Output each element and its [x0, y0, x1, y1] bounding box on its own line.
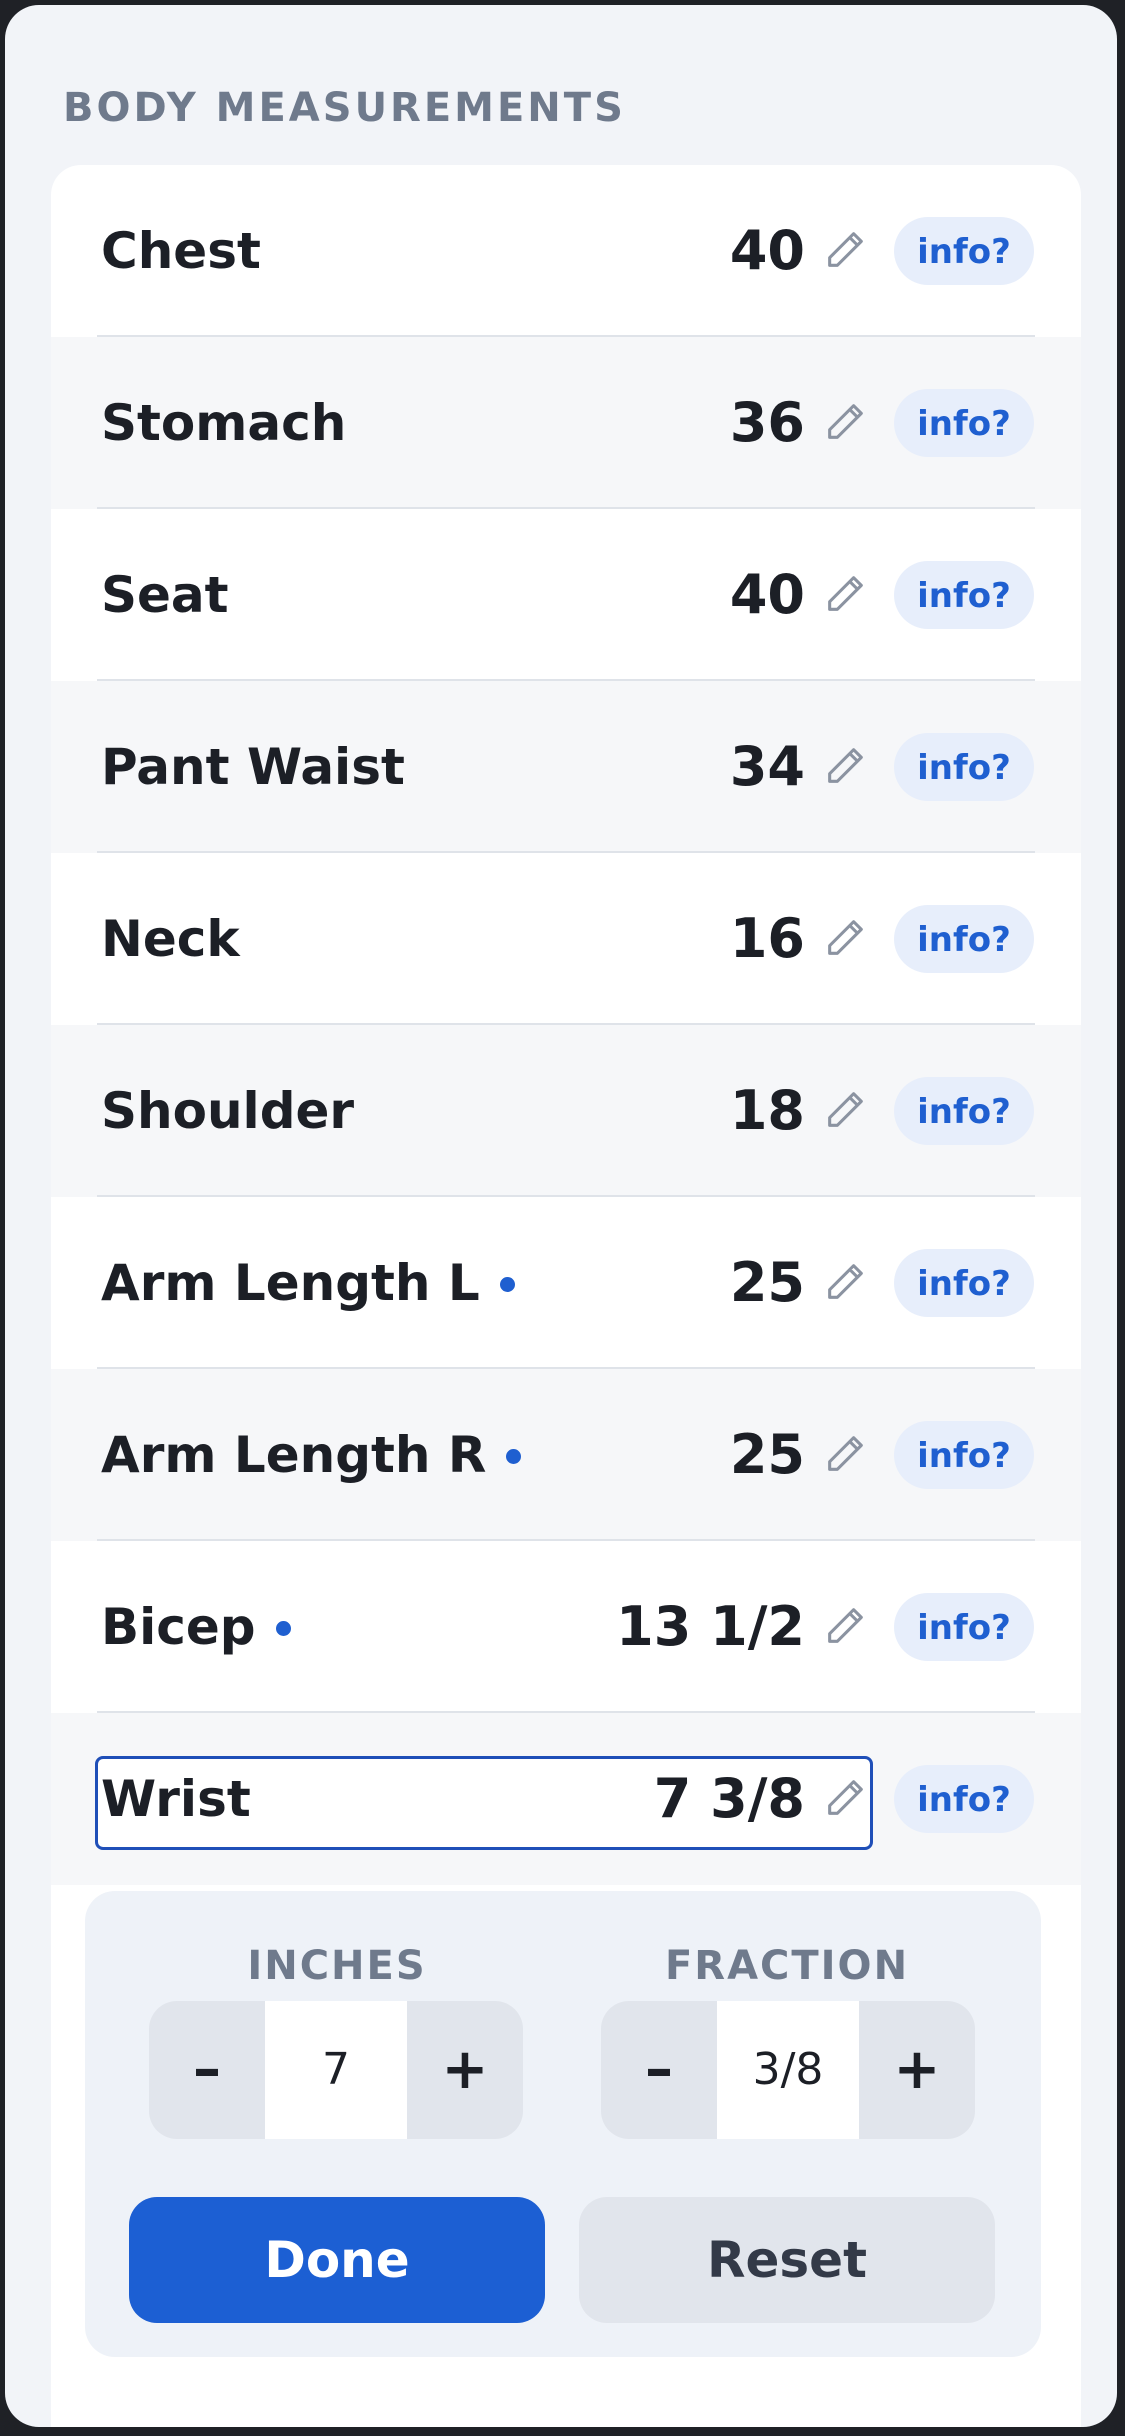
pencil-icon[interactable]	[822, 1431, 868, 1477]
pencil-icon[interactable]	[822, 1603, 868, 1649]
info-button[interactable]: info?	[894, 1421, 1034, 1489]
inches-stepper: – 7 +	[149, 2001, 523, 2139]
info-button[interactable]: info?	[894, 905, 1034, 973]
pencil-icon[interactable]	[822, 399, 868, 445]
reset-button[interactable]: Reset	[579, 2197, 995, 2323]
info-button[interactable]: info?	[894, 561, 1034, 629]
pencil-icon[interactable]	[822, 1259, 868, 1305]
measurement-label: Neck	[101, 910, 240, 968]
measurement-label: Shoulder	[101, 1082, 355, 1140]
measurement-row-arm-length-r[interactable]: Arm Length R 25 info?	[51, 1369, 1081, 1541]
measurement-value[interactable]: 40	[730, 509, 805, 681]
measurement-value[interactable]: 18	[730, 1025, 805, 1197]
fraction-increment-button[interactable]: +	[859, 2001, 975, 2139]
modified-dot-icon	[506, 1449, 522, 1464]
measurement-label-text: Bicep	[101, 1598, 256, 1656]
info-button[interactable]: info?	[894, 389, 1034, 457]
fraction-label: FRACTION	[664, 1943, 910, 1989]
measurement-row-chest[interactable]: Chest 40 info?	[51, 165, 1081, 337]
measurement-label: Wrist	[101, 1770, 251, 1828]
pencil-icon[interactable]	[822, 743, 868, 789]
measurement-value[interactable]: 16	[730, 853, 805, 1025]
measurement-editor: INCHES FRACTION – 7 + – 3/8 + Done Reset	[85, 1891, 1041, 2357]
measurement-value[interactable]: 36	[730, 337, 805, 509]
fraction-stepper: – 3/8 +	[601, 2001, 975, 2139]
modified-dot-icon	[499, 1277, 515, 1292]
measurement-label: Pant Waist	[101, 738, 405, 796]
inches-value[interactable]: 7	[265, 2001, 407, 2139]
measurement-row-shoulder[interactable]: Shoulder 18 info?	[51, 1025, 1081, 1197]
measurement-value[interactable]: 34	[730, 681, 805, 853]
info-button[interactable]: info?	[894, 1593, 1034, 1661]
inches-decrement-button[interactable]: –	[149, 2001, 265, 2139]
measurement-value[interactable]: 40	[730, 165, 805, 337]
inches-label: INCHES	[247, 1943, 427, 1989]
measurement-label: Arm Length L	[101, 1197, 515, 1369]
measurement-label: Chest	[101, 222, 261, 280]
measurement-label-text: Arm Length L	[101, 1254, 480, 1312]
measurement-label: Stomach	[101, 394, 347, 452]
measurement-value[interactable]: 7 3/8	[654, 1713, 805, 1885]
measurement-label-text: Arm Length R	[101, 1426, 487, 1484]
info-button[interactable]: info?	[894, 217, 1034, 285]
measurements-card: Chest 40 info? Stomach 36 info? Seat 40 …	[51, 165, 1081, 2427]
pencil-icon[interactable]	[822, 915, 868, 961]
measurement-row-seat[interactable]: Seat 40 info?	[51, 509, 1081, 681]
info-button[interactable]: info?	[894, 733, 1034, 801]
measurement-label: Seat	[101, 566, 229, 624]
measurement-row-stomach[interactable]: Stomach 36 info?	[51, 337, 1081, 509]
section-title: BODY MEASUREMENTS	[63, 85, 626, 131]
info-button[interactable]: info?	[894, 1077, 1034, 1145]
inches-increment-button[interactable]: +	[407, 2001, 523, 2139]
fraction-value[interactable]: 3/8	[717, 2001, 859, 2139]
info-button[interactable]: info?	[894, 1765, 1034, 1833]
info-button[interactable]: info?	[894, 1249, 1034, 1317]
measurement-row-neck[interactable]: Neck 16 info?	[51, 853, 1081, 1025]
pencil-icon[interactable]	[822, 1775, 868, 1821]
measurement-value[interactable]: 13 1/2	[616, 1541, 805, 1713]
pencil-icon[interactable]	[822, 227, 868, 273]
fraction-decrement-button[interactable]: –	[601, 2001, 717, 2139]
measurement-label: Bicep	[101, 1541, 291, 1713]
measurement-value[interactable]: 25	[730, 1369, 805, 1541]
pencil-icon[interactable]	[822, 1087, 868, 1133]
done-button[interactable]: Done	[129, 2197, 545, 2323]
modified-dot-icon	[275, 1621, 291, 1636]
measurement-label: Arm Length R	[101, 1369, 522, 1541]
measurement-row-arm-length-l[interactable]: Arm Length L 25 info?	[51, 1197, 1081, 1369]
measurement-row-pant-waist[interactable]: Pant Waist 34 info?	[51, 681, 1081, 853]
measurement-value[interactable]: 25	[730, 1197, 805, 1369]
measurement-row-bicep[interactable]: Bicep 13 1/2 info?	[51, 1541, 1081, 1713]
pencil-icon[interactable]	[822, 571, 868, 617]
screen: BODY MEASUREMENTS Chest 40 info? Stomach…	[5, 5, 1117, 2427]
measurement-row-wrist[interactable]: Wrist 7 3/8 info?	[51, 1713, 1081, 1885]
